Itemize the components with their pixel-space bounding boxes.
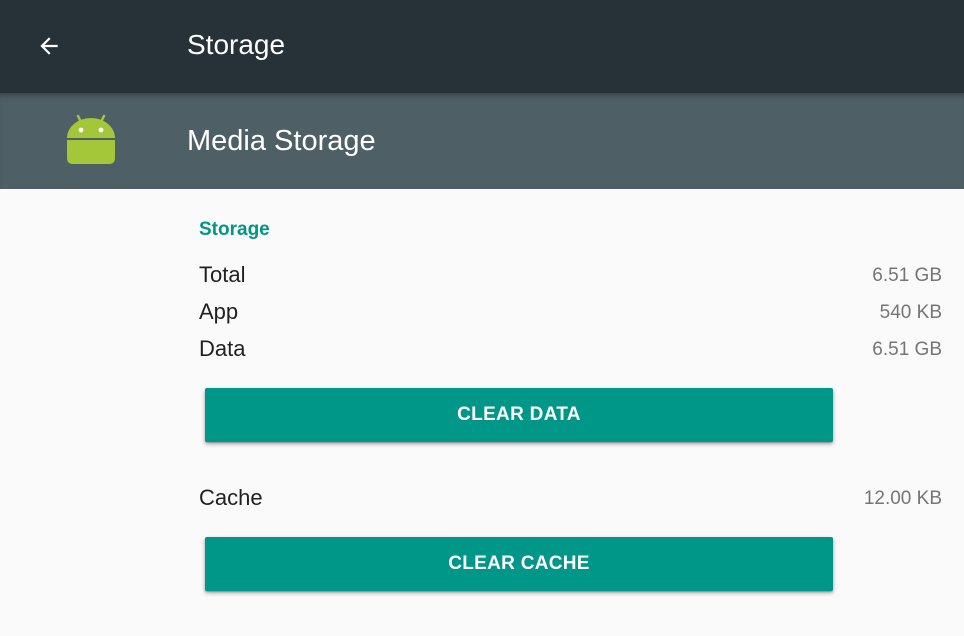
cache-label: Cache [199,485,263,510]
page-title: Storage [187,29,286,60]
android-icon [67,114,115,164]
app-value: 540 KB [879,302,942,323]
back-button[interactable] [22,22,76,70]
toolbar: Storage [0,0,964,93]
app-label: App [199,299,239,324]
app-header: Media Storage [0,93,964,189]
data-label: Data [199,336,246,361]
clear-data-button[interactable]: CLEAR DATA [205,388,833,442]
data-value: 6.51 GB [872,339,942,360]
section-title: Storage [199,219,270,240]
cache-value: 12.00 KB [863,488,942,509]
clear-cache-button[interactable]: CLEAR CACHE [205,537,833,591]
arrow-back-icon [40,37,58,55]
storage-section: Storage Total 6.51 GB App 540 KB Data 6.… [0,189,964,636]
total-value: 6.51 GB [872,265,942,286]
total-label: Total [199,262,246,287]
app-name: Media Storage [187,125,376,157]
